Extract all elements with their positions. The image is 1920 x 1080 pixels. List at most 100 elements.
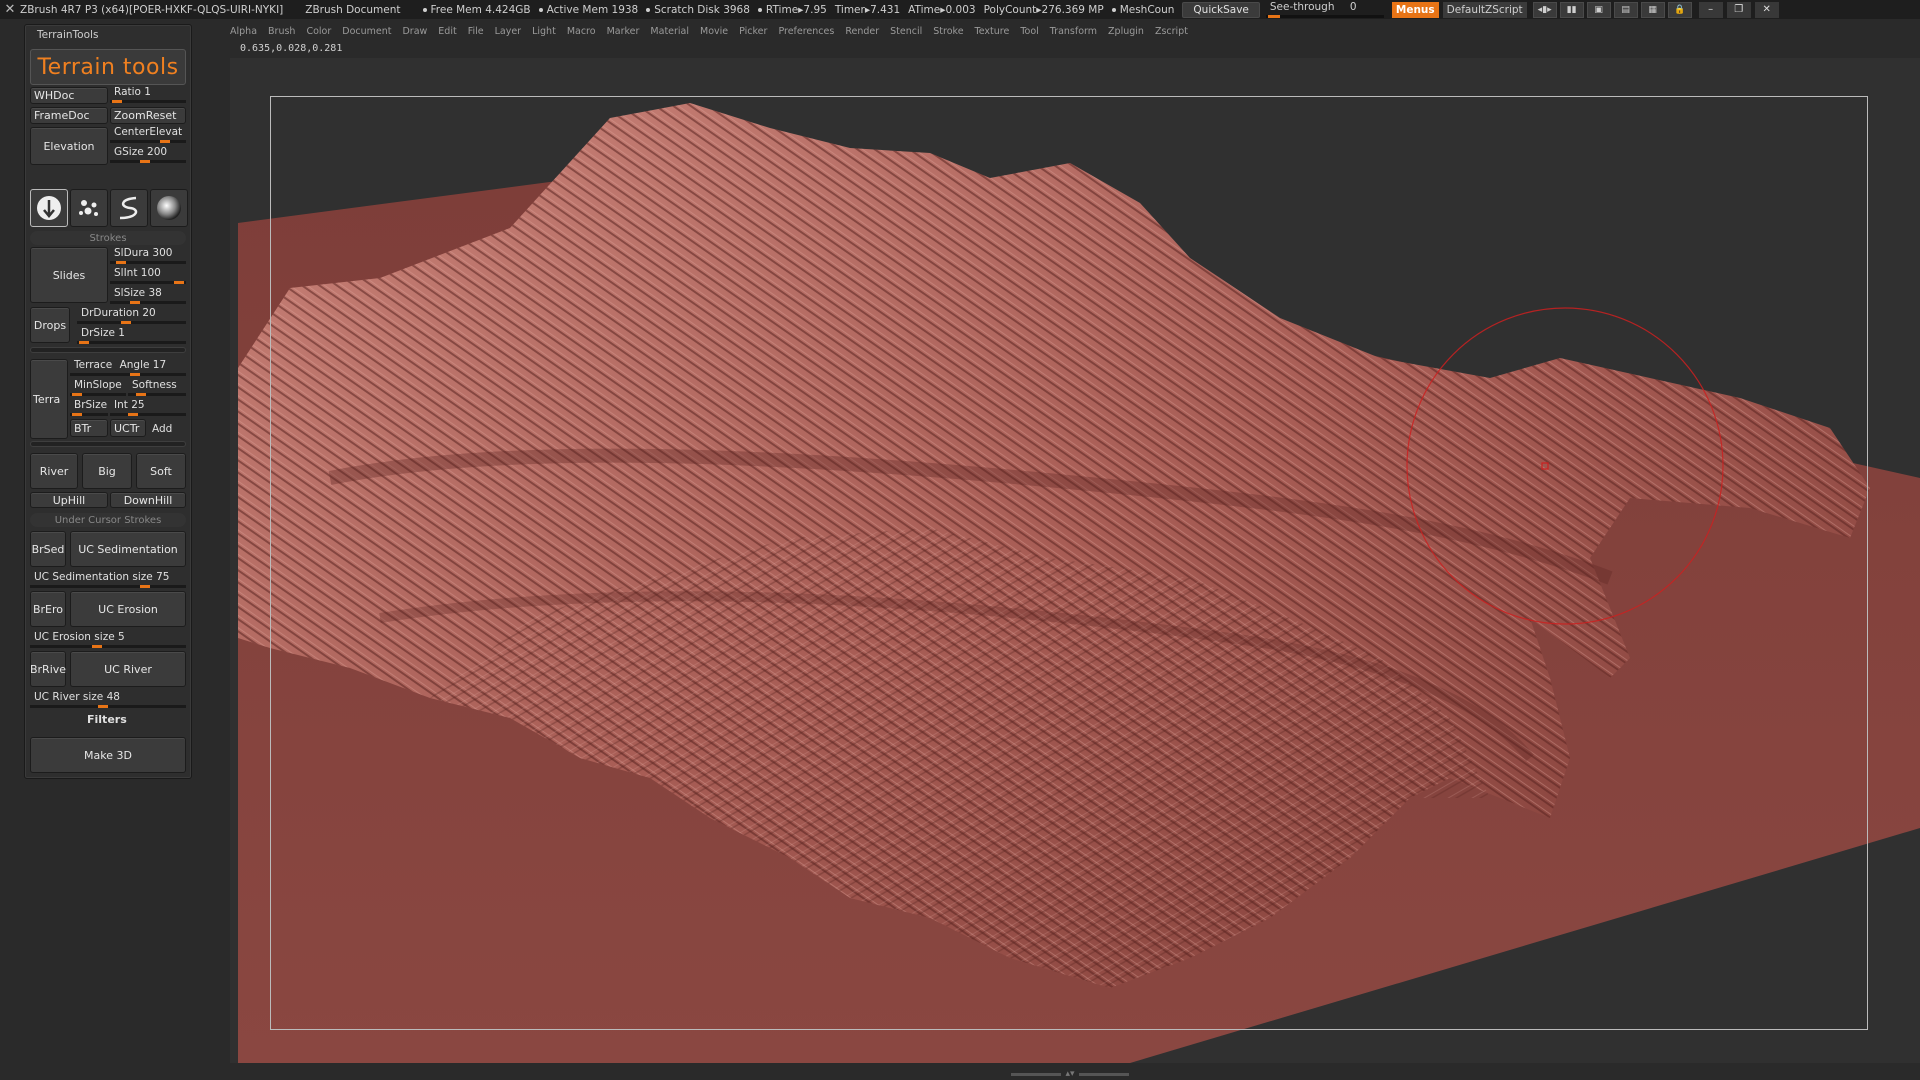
menu-material[interactable]: Material bbox=[650, 26, 689, 37]
palette-layout-icon[interactable]: ▮▮ bbox=[1559, 1, 1584, 18]
centerelevat-slider[interactable]: CenterElevat bbox=[110, 126, 186, 144]
close-icon[interactable]: ✕ bbox=[1754, 1, 1779, 18]
menu-zscript[interactable]: Zscript bbox=[1155, 26, 1188, 37]
drops-button[interactable]: Drops bbox=[30, 307, 70, 343]
brsize-slider[interactable]: BrSize bbox=[70, 399, 108, 417]
gsize-slider[interactable]: GSize 200 bbox=[110, 146, 186, 164]
elevation-button[interactable]: Elevation bbox=[30, 127, 108, 165]
drag-down-stroke-icon[interactable] bbox=[30, 189, 68, 227]
uc-erosion-size-label: UC Erosion size 5 bbox=[34, 631, 125, 643]
menu-alpha[interactable]: Alpha bbox=[230, 26, 257, 37]
menu-light[interactable]: Light bbox=[532, 26, 556, 37]
slint-slider[interactable]: SlInt 100 bbox=[110, 267, 186, 285]
stat-atime: ATime▸0.003 bbox=[908, 3, 976, 16]
minimize-icon[interactable]: – bbox=[1698, 1, 1723, 18]
int-slider[interactable]: Int 25 bbox=[110, 399, 186, 417]
menu-marker[interactable]: Marker bbox=[607, 26, 640, 37]
zbrush-window: ✕ ZBrush 4R7 P3 (x64)[POER-HXKF-QLQS-UIR… bbox=[0, 0, 1920, 1080]
save-ui-icon[interactable]: ▦ bbox=[1640, 1, 1665, 18]
menu-render[interactable]: Render bbox=[845, 26, 879, 37]
menu-stroke[interactable]: Stroke bbox=[933, 26, 963, 37]
see-through-label: See-through bbox=[1269, 1, 1335, 13]
brrive-button[interactable]: BrRive bbox=[30, 651, 66, 687]
brsed-button[interactable]: BrSed bbox=[30, 531, 66, 567]
downhill-button[interactable]: DownHill bbox=[110, 492, 186, 508]
menu-preferences[interactable]: Preferences bbox=[778, 26, 834, 37]
terrain-tools-banner: Terrain tools bbox=[30, 49, 186, 85]
restore-icon[interactable]: ❐ bbox=[1726, 1, 1751, 18]
minslope-slider[interactable]: MinSlope bbox=[70, 379, 126, 397]
menu-movie[interactable]: Movie bbox=[700, 26, 728, 37]
zoomreset-button[interactable]: ZoomReset bbox=[110, 107, 186, 124]
terra-button[interactable]: Terra bbox=[30, 359, 68, 439]
uc-erosion-size-slider[interactable]: UC Erosion size 5 bbox=[30, 631, 186, 649]
terrain-render[interactable] bbox=[230, 58, 1920, 1063]
menu-tool[interactable]: Tool bbox=[1020, 26, 1038, 37]
terrace-angle-slider[interactable]: Terrace Angle 17 bbox=[70, 359, 186, 377]
terrace-label: Terrace bbox=[74, 359, 113, 371]
multi-window-icon[interactable]: ▤ bbox=[1613, 1, 1638, 18]
framedoc-button[interactable]: FrameDoc bbox=[30, 107, 108, 124]
uc-river-button[interactable]: UC River bbox=[70, 651, 186, 687]
see-through-value: 0 bbox=[1349, 1, 1357, 13]
menu-color[interactable]: Color bbox=[306, 26, 331, 37]
left-tray[interactable] bbox=[0, 19, 18, 1080]
menu-texture[interactable]: Texture bbox=[975, 26, 1010, 37]
freehand-stroke-icon[interactable] bbox=[110, 189, 148, 227]
window-layout-icon[interactable]: ▣ bbox=[1586, 1, 1611, 18]
menu-macro[interactable]: Macro bbox=[567, 26, 596, 37]
ratio-slider[interactable]: Ratio 1 bbox=[110, 86, 186, 104]
menu-document[interactable]: Document bbox=[342, 26, 391, 37]
whdoc-button[interactable]: WHDoc bbox=[30, 87, 108, 104]
uc-river-size-slider[interactable]: UC River size 48 bbox=[30, 691, 186, 709]
palette-scroll-icon[interactable]: ◂▮▸ bbox=[1532, 1, 1557, 18]
tray-arrows-icon[interactable]: ▴▾ bbox=[1065, 1069, 1074, 1079]
menu-picker[interactable]: Picker bbox=[739, 26, 767, 37]
stat-timer: Timer▸7.431 bbox=[834, 3, 901, 16]
big-button[interactable]: Big bbox=[82, 453, 132, 489]
bottom-tray-toggle[interactable]: ▴▾ bbox=[1005, 1068, 1135, 1080]
spray-stroke-icon[interactable] bbox=[70, 189, 108, 227]
menu-edit[interactable]: Edit bbox=[438, 26, 456, 37]
menu-transform[interactable]: Transform bbox=[1050, 26, 1097, 37]
default-zscript-button[interactable]: DefaultZScript bbox=[1442, 1, 1527, 18]
uc-erosion-button[interactable]: UC Erosion bbox=[70, 591, 186, 627]
uctr-button[interactable]: UCTr bbox=[110, 419, 146, 437]
quicksave-button[interactable]: QuickSave bbox=[1182, 1, 1260, 18]
uphill-button[interactable]: UpHill bbox=[30, 492, 108, 508]
minslope-label: MinSlope bbox=[74, 379, 122, 391]
uc-sedimentation-size-slider[interactable]: UC Sedimentation size 75 bbox=[30, 571, 186, 589]
terrain-tools-palette: TerrainTools Terrain tools WHDoc Ratio 1… bbox=[24, 24, 192, 779]
stat-polycount: PolyCount▸276.369 MP bbox=[983, 3, 1104, 16]
menu-brush[interactable]: Brush bbox=[268, 26, 295, 37]
menu-file[interactable]: File bbox=[468, 26, 484, 37]
sldura-slider[interactable]: SlDura 300 bbox=[110, 247, 186, 265]
drduration-slider[interactable]: DrDuration 20 bbox=[77, 307, 186, 325]
stat-scratch-disk: Scratch Disk 3968 bbox=[646, 4, 750, 16]
add-label[interactable]: Add bbox=[152, 423, 172, 435]
document-canvas[interactable] bbox=[230, 58, 1920, 1063]
filters-label: Filters bbox=[87, 713, 127, 726]
river-button[interactable]: River bbox=[30, 453, 78, 489]
soft-button[interactable]: Soft bbox=[136, 453, 186, 489]
stat-free-mem: Free Mem 4.424GB bbox=[422, 4, 531, 16]
softness-slider[interactable]: Softness bbox=[128, 379, 186, 397]
brero-button[interactable]: BrEro bbox=[30, 591, 66, 627]
slsize-slider[interactable]: SlSize 38 bbox=[110, 287, 186, 305]
btr-button[interactable]: BTr bbox=[70, 419, 108, 437]
zbrush-logo-icon[interactable]: ✕ bbox=[0, 0, 20, 19]
menus-toggle[interactable]: Menus bbox=[1391, 1, 1439, 18]
see-through-slider[interactable]: See-through 0 bbox=[1265, 1, 1384, 18]
slint-label: SlInt 100 bbox=[114, 267, 161, 279]
menu-draw[interactable]: Draw bbox=[402, 26, 427, 37]
drsize-slider[interactable]: DrSize 1 bbox=[77, 327, 186, 345]
menu-zplugin[interactable]: Zplugin bbox=[1108, 26, 1144, 37]
slides-button[interactable]: Slides bbox=[30, 247, 108, 303]
int-label: Int 25 bbox=[114, 399, 145, 411]
make-3d-button[interactable]: Make 3D bbox=[30, 737, 186, 773]
menu-layer[interactable]: Layer bbox=[495, 26, 522, 37]
uc-sedimentation-button[interactable]: UC Sedimentation bbox=[70, 531, 186, 567]
sphere-alpha-icon[interactable] bbox=[150, 189, 188, 227]
lock-icon[interactable]: 🔒 bbox=[1667, 1, 1692, 18]
menu-stencil[interactable]: Stencil bbox=[890, 26, 922, 37]
